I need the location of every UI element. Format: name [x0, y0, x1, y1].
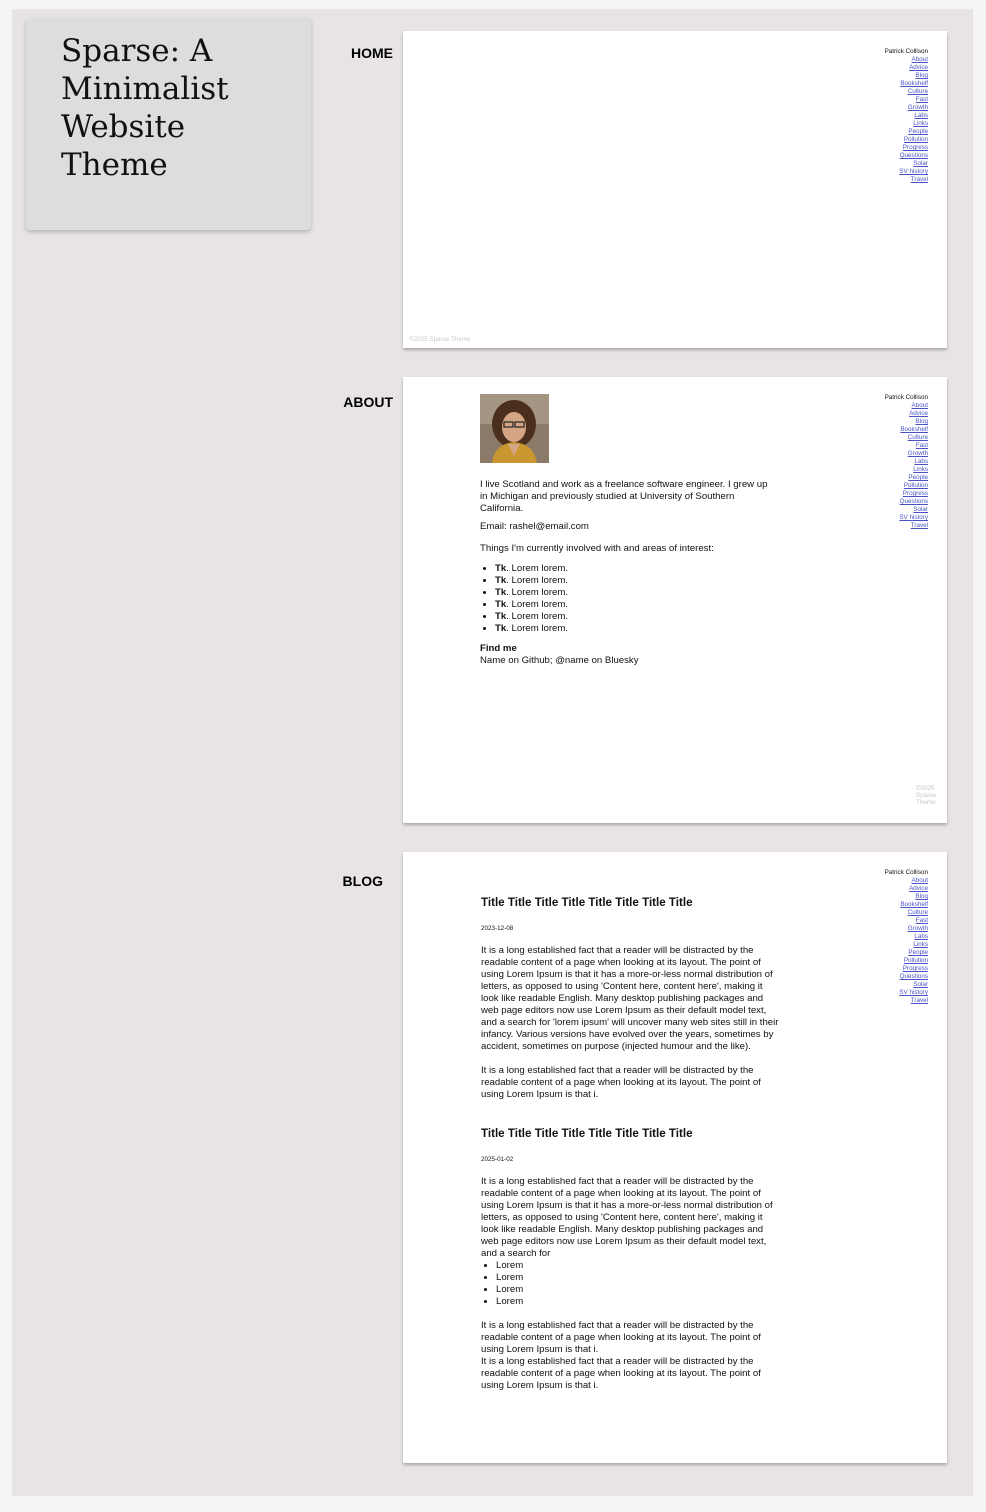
nav-link-culture[interactable]: Culture [885, 88, 928, 96]
nav-link-solar[interactable]: Solar [885, 506, 928, 514]
post-paragraph: It is a long established fact that a rea… [481, 1320, 761, 1355]
nav-link-pollution[interactable]: Pollution [885, 957, 928, 965]
about-nav: Patrick Collison About Advice Blog Bookshelf… [885, 394, 928, 530]
nav-link-links[interactable]: Links [885, 466, 928, 474]
nav-link-blog[interactable]: Blog [885, 893, 928, 901]
home-frame: Patrick Collison About Advice Blog Bookshelf… [403, 31, 947, 348]
nav-link-advice[interactable]: Advice [885, 64, 928, 72]
nav-link-blog[interactable]: Blog [885, 418, 928, 426]
nav-link-bookshelf[interactable]: Bookshelf [885, 901, 928, 909]
section-label-about: ABOUT [343, 394, 393, 410]
nav-link-progress[interactable]: Progress [885, 490, 928, 498]
page-title: Sparse: A Minimalist Website Theme [61, 33, 229, 183]
nav-link-solar[interactable]: Solar [885, 160, 928, 168]
nav-link-fast[interactable]: Fast [885, 442, 928, 450]
nav-link-about[interactable]: About [885, 56, 928, 64]
interest-item: Tk. Lorem lorem. [495, 623, 776, 635]
post-paragraph: It is a long established fact that a rea… [481, 1176, 773, 1259]
section-label-home: HOME [351, 45, 393, 61]
interest-item: Tk. Lorem lorem. [495, 587, 776, 599]
nav-link-culture[interactable]: Culture [885, 909, 928, 917]
about-content: I live Scotland and work as a freelance … [480, 479, 776, 667]
nav-link-travel[interactable]: Travel [885, 176, 928, 184]
interest-item: Tk. Lorem lorem. [495, 611, 776, 623]
nav-link-links[interactable]: Links [885, 941, 928, 949]
nav-link-bookshelf[interactable]: Bookshelf [885, 426, 928, 434]
about-bio: I live Scotland and work as a freelance … [480, 479, 768, 514]
about-footer: ©2025 Sparse Theme [916, 785, 936, 806]
blog-content: Title Title Title Title Title Title Titl… [481, 896, 779, 1392]
nav-link-growth[interactable]: Growth [885, 450, 928, 458]
nav-link-people[interactable]: People [885, 474, 928, 482]
home-nav: Patrick Collison About Advice Blog Bookshelf… [885, 48, 928, 184]
nav-link-bookshelf[interactable]: Bookshelf [885, 80, 928, 88]
blog-post: Title Title Title Title Title Title Titl… [481, 896, 779, 1101]
nav-link-about[interactable]: About [885, 402, 928, 410]
nav-link-questions[interactable]: Questions [885, 973, 928, 981]
interests-list: Tk. Lorem lorem. Tk. Lorem lorem. Tk. Lo… [480, 563, 776, 635]
home-footer: ©2025 Sparse Theme [409, 336, 471, 343]
find-me-text: Name on Github; @name on Bluesky [480, 655, 639, 666]
nav-link-labs[interactable]: Labs [885, 112, 928, 120]
nav-link-sv-history[interactable]: SV history [885, 989, 928, 997]
nav-link-about[interactable]: About [885, 877, 928, 885]
nav-link-growth[interactable]: Growth [885, 104, 928, 112]
post-paragraph: It is a long established fact that a rea… [481, 1065, 761, 1100]
about-email: Email: rashel@email.com [480, 521, 589, 532]
blog-frame: Patrick Collison About Advice Blog Bookshelf… [403, 852, 947, 1463]
post-list-item: Lorem [496, 1284, 779, 1296]
nav-link-questions[interactable]: Questions [885, 498, 928, 506]
profile-photo [480, 394, 549, 463]
nav-link-fast[interactable]: Fast [885, 917, 928, 925]
interest-item: Tk. Lorem lorem. [495, 599, 776, 611]
nav-link-sv-history[interactable]: SV history [885, 514, 928, 522]
nav-link-pollution[interactable]: Pollution [885, 482, 928, 490]
nav-link-progress[interactable]: Progress [885, 965, 928, 973]
nav-link-blog[interactable]: Blog [885, 72, 928, 80]
nav-link-travel[interactable]: Travel [885, 522, 928, 530]
post-date: 2025-01-02 [481, 1156, 514, 1163]
nav-author: Patrick Collison [884, 394, 928, 401]
post-list-item: Lorem [496, 1260, 779, 1272]
nav-link-progress[interactable]: Progress [885, 144, 928, 152]
post-list-item: Lorem [496, 1296, 779, 1308]
post-list-item: Lorem [496, 1272, 779, 1284]
nav-author: Patrick Collison [884, 48, 928, 55]
section-label-blog: BLOG [342, 873, 383, 889]
nav-author: Patrick Collison [884, 869, 928, 876]
nav-link-advice[interactable]: Advice [885, 410, 928, 418]
post-title[interactable]: Title Title Title Title Title Title Titl… [481, 896, 779, 910]
post-date: 2023-12-08 [481, 925, 514, 932]
find-me-heading: Find me [480, 643, 517, 654]
nav-link-sv-history[interactable]: SV history [885, 168, 928, 176]
nav-link-growth[interactable]: Growth [885, 925, 928, 933]
nav-link-solar[interactable]: Solar [885, 981, 928, 989]
nav-link-advice[interactable]: Advice [885, 885, 928, 893]
about-interests-intro: Things I'm currently involved with and a… [480, 543, 714, 554]
nav-link-people[interactable]: People [885, 128, 928, 136]
blog-nav: Patrick Collison About Advice Blog Bookshelf… [885, 869, 928, 1005]
nav-link-travel[interactable]: Travel [885, 997, 928, 1005]
nav-link-pollution[interactable]: Pollution [885, 136, 928, 144]
nav-link-culture[interactable]: Culture [885, 434, 928, 442]
about-frame: Patrick Collison About Advice Blog Bookshelf… [403, 377, 947, 823]
interest-item: Tk. Lorem lorem. [495, 563, 776, 575]
nav-link-questions[interactable]: Questions [885, 152, 928, 160]
nav-link-people[interactable]: People [885, 949, 928, 957]
nav-link-labs[interactable]: Labs [885, 933, 928, 941]
post-list: Lorem Lorem Lorem Lorem [481, 1260, 779, 1308]
nav-link-labs[interactable]: Labs [885, 458, 928, 466]
nav-link-links[interactable]: Links [885, 120, 928, 128]
title-card: Sparse: A Minimalist Website Theme [26, 18, 311, 230]
blog-post: Title Title Title Title Title Title Titl… [481, 1127, 779, 1392]
interest-item: Tk. Lorem lorem. [495, 575, 776, 587]
post-title[interactable]: Title Title Title Title Title Title Titl… [481, 1127, 779, 1141]
nav-link-fast[interactable]: Fast [885, 96, 928, 104]
post-paragraph: It is a long established fact that a rea… [481, 945, 779, 1052]
post-paragraph: It is a long established fact that a rea… [481, 1356, 761, 1391]
